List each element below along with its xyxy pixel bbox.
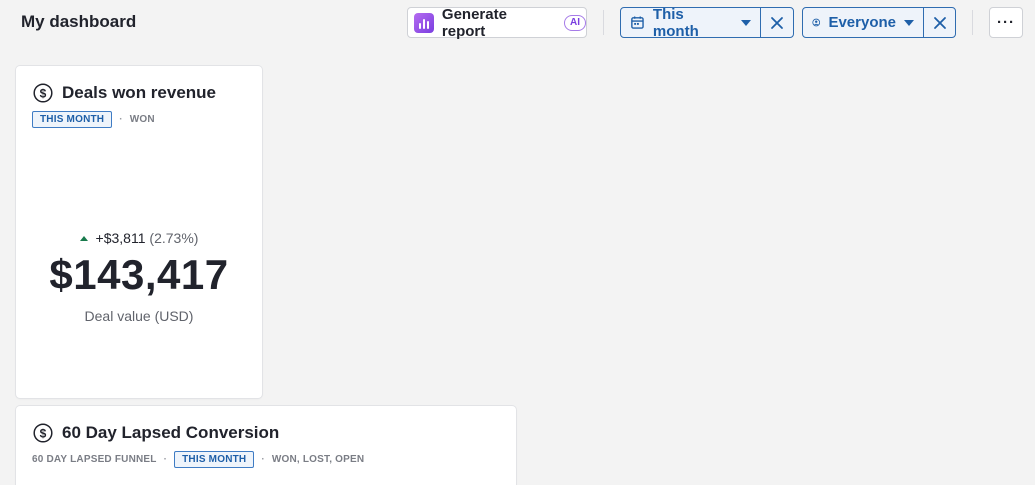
card-header: $ 60 Day Lapsed Conversion: [33, 423, 279, 443]
top-bar: My dashboard Generate report AI This mon…: [0, 0, 1035, 44]
clear-owner-filter-button[interactable]: [923, 8, 955, 37]
arrow-up-icon: [79, 235, 88, 241]
separator-dot: ·: [163, 454, 168, 465]
metric-label: Deal value (USD): [84, 308, 194, 324]
status-tag: WON: [129, 114, 155, 125]
card-title: Deals won revenue: [62, 83, 217, 102]
separator-dot: ·: [261, 454, 265, 465]
deals-won-revenue-card[interactable]: $ Deals won revenue THIS MONTH · WON +$3…: [16, 66, 262, 398]
change-indicator: +$3,811 (2.73%): [16, 230, 262, 246]
more-options-button[interactable]: ···: [989, 7, 1023, 38]
caret-down-icon: [904, 19, 914, 26]
status-tag: WON, LOST, OPEN: [271, 454, 365, 465]
lapsed-conversion-card[interactable]: $ 60 Day Lapsed Conversion 60 DAY LAPSED…: [16, 406, 516, 485]
more-icon: ···: [997, 14, 1015, 31]
svg-text:$: $: [40, 427, 47, 441]
owner-filter: Everyone: [802, 7, 956, 38]
card-tags: 60 DAY LAPSED FUNNEL · THIS MONTH · WON,…: [32, 451, 364, 468]
period-tag: THIS MONTH: [174, 451, 255, 468]
dollar-icon: $: [33, 423, 53, 443]
chart-icon: [414, 12, 434, 33]
divider: [972, 10, 973, 35]
person-icon: [812, 18, 821, 27]
card-title: 60 Day Lapsed Conversion: [62, 423, 280, 442]
calendar-icon: [631, 16, 644, 29]
funnel-tag: 60 DAY LAPSED FUNNEL: [32, 454, 157, 465]
period-filter-label: This month: [652, 7, 699, 38]
dollar-icon: $: [33, 83, 53, 103]
page-title: My dashboard: [21, 12, 137, 31]
clear-period-filter-button[interactable]: [760, 8, 793, 37]
separator-dot: ·: [119, 114, 123, 125]
caret-down-icon: [741, 19, 752, 26]
divider: [603, 10, 604, 35]
generate-report-button[interactable]: Generate report AI: [407, 5, 587, 40]
period-tag: THIS MONTH: [32, 111, 113, 128]
change-amount: +$3,811: [95, 230, 146, 246]
period-filter: This month: [620, 7, 794, 38]
metric-value: $143,417: [49, 251, 229, 298]
close-icon: [933, 16, 946, 29]
close-icon: [771, 16, 783, 29]
change-percent: (2.73%): [149, 230, 199, 246]
period-filter-dropdown[interactable]: This month: [621, 8, 760, 37]
owner-filter-label: Everyone: [828, 14, 896, 31]
card-tags: THIS MONTH · WON: [32, 111, 155, 128]
card-header: $ Deals won revenue: [33, 83, 216, 103]
svg-text:$: $: [40, 87, 47, 101]
generate-report-label: Generate report: [441, 5, 507, 40]
ai-badge: AI: [564, 14, 586, 31]
owner-filter-dropdown[interactable]: Everyone: [803, 8, 923, 37]
